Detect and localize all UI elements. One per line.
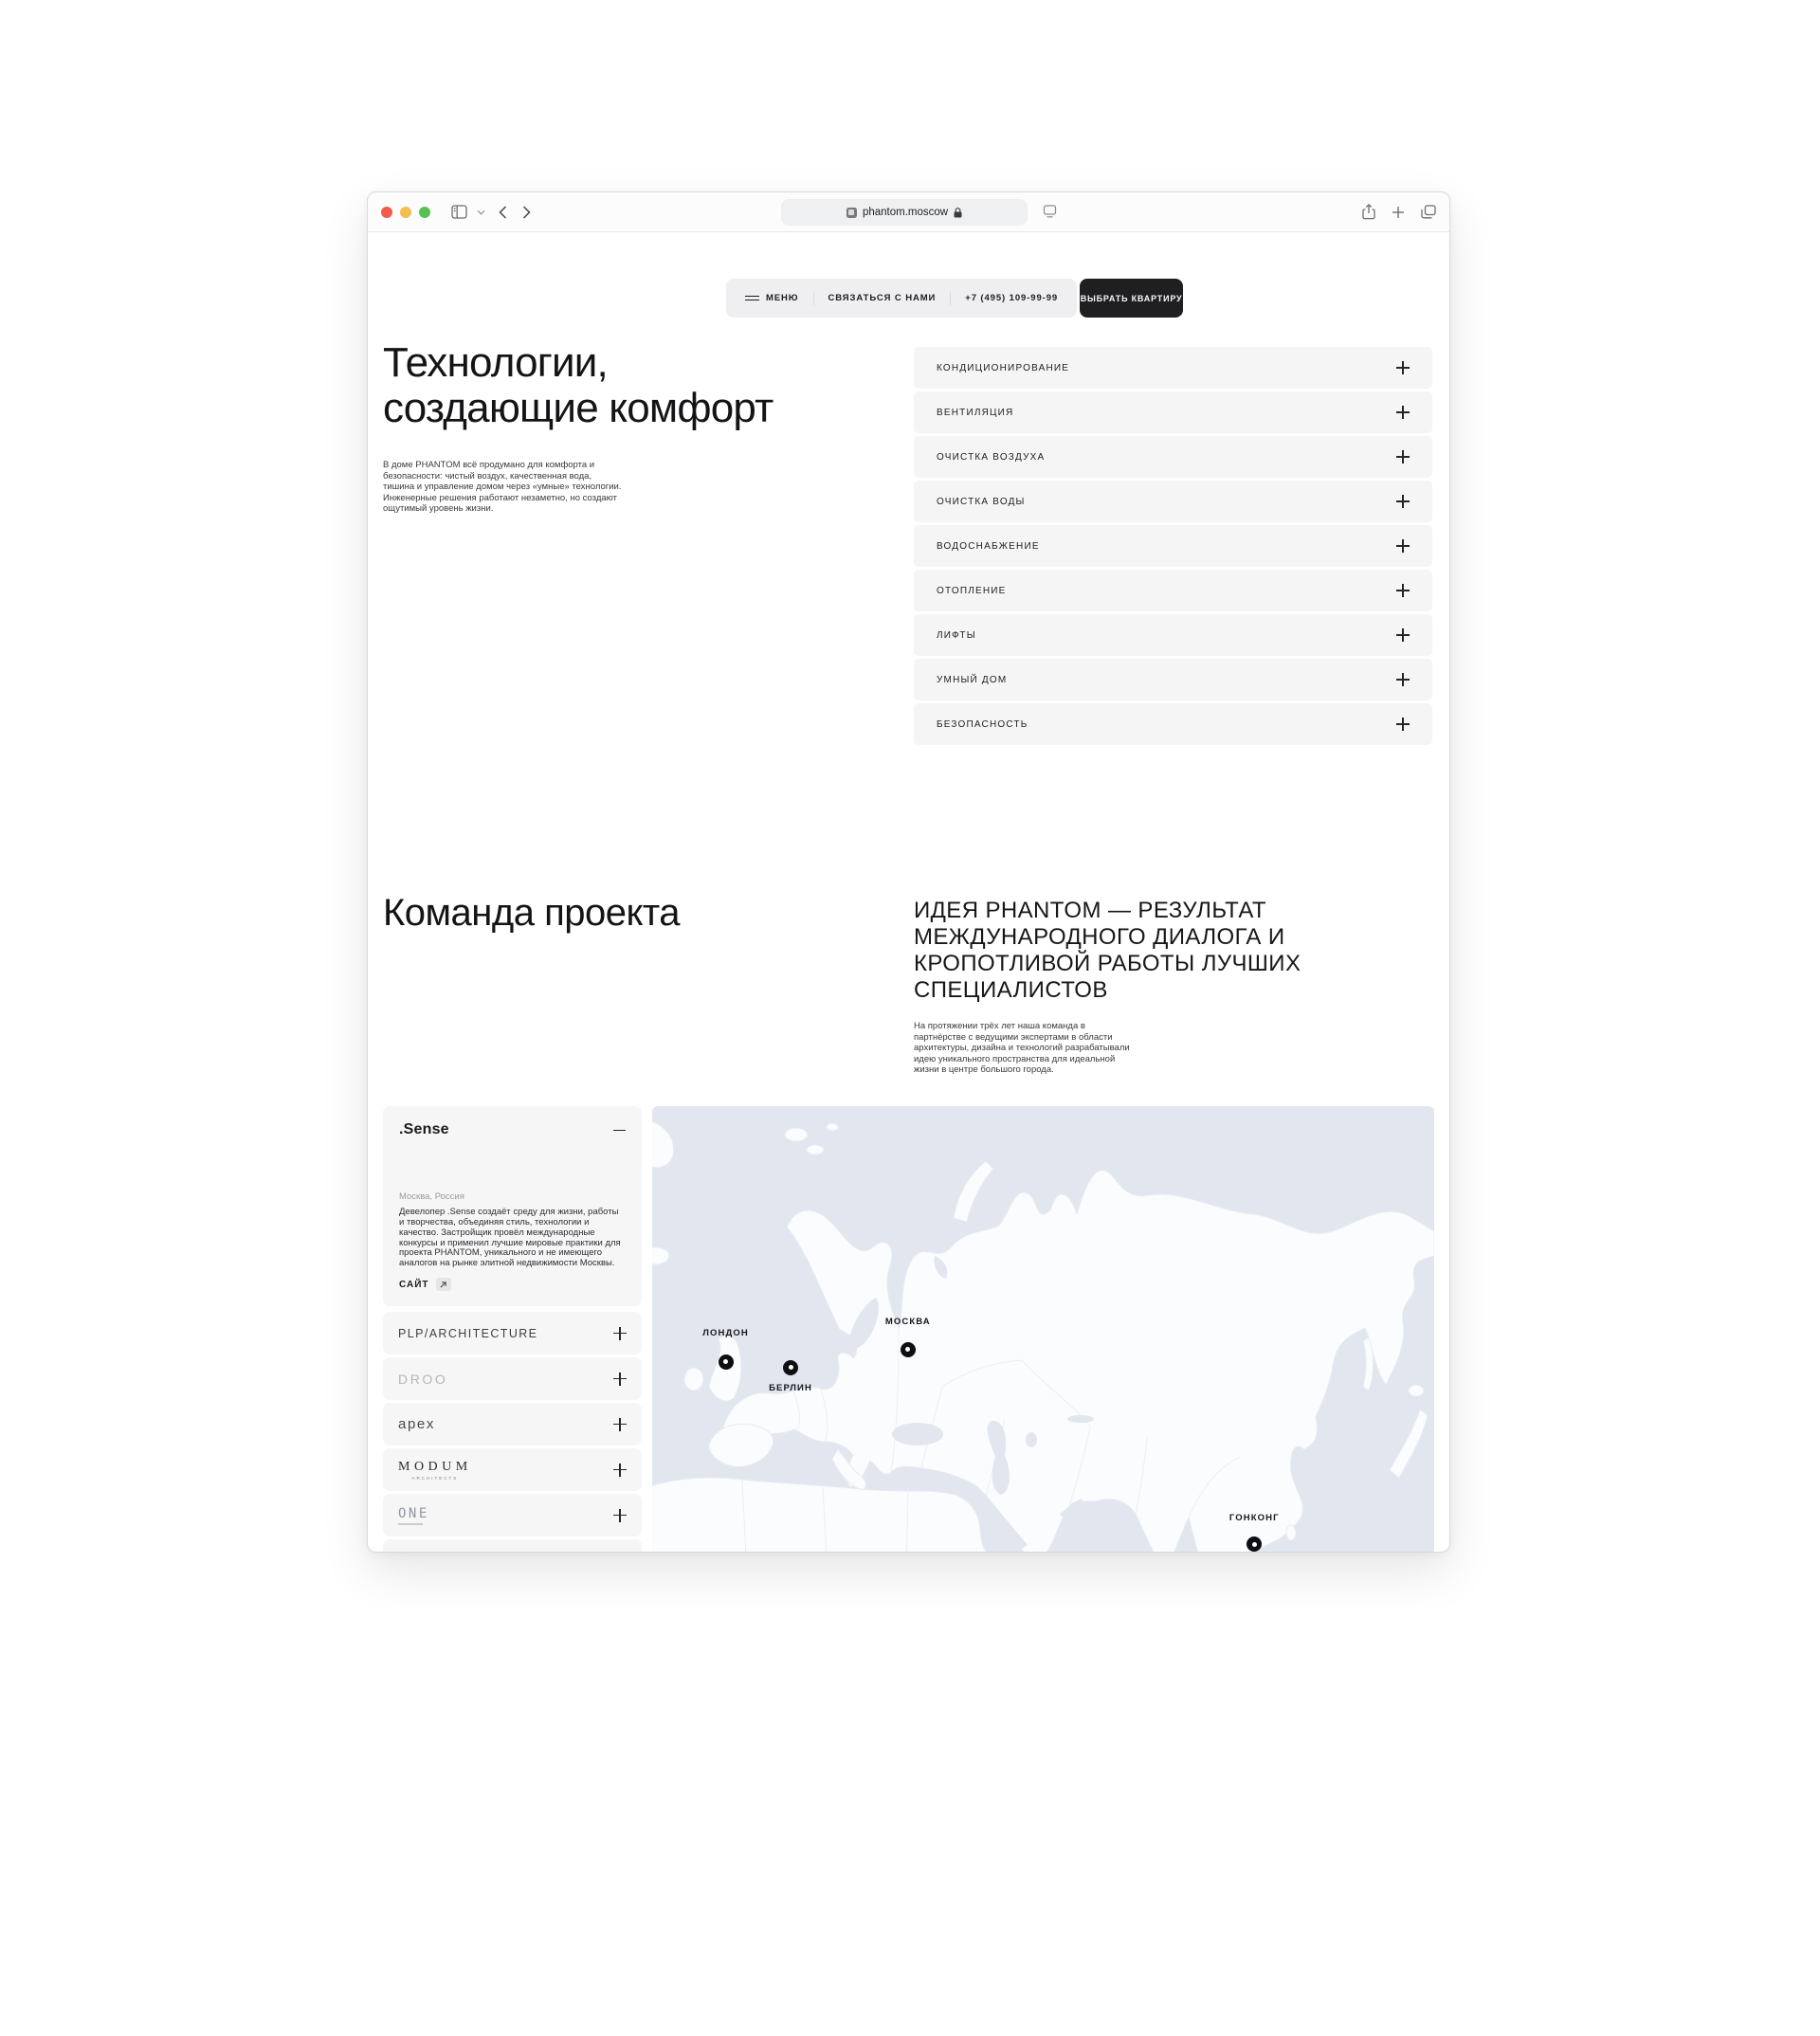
hamburger-icon (745, 293, 759, 302)
plus-icon (1396, 406, 1410, 419)
browser-window: phantom.moscow (367, 191, 1450, 1553)
divider (950, 292, 951, 305)
team-row-apex[interactable]: apex (383, 1403, 642, 1445)
accordion-item-smart-home[interactable]: УМНЫЙ ДОМ (914, 659, 1432, 700)
city-label-hongkong: ГОНКОНГ (1229, 1513, 1280, 1523)
plus-icon (1396, 718, 1410, 731)
tech-title-line2: создающие комфорт (383, 386, 774, 431)
city-marker-london[interactable] (719, 1354, 734, 1370)
team-list: PLP/ARCHITECTURE DROO apex MODUM ARCHITE… (383, 1312, 642, 1552)
one-logo: ONE (398, 1506, 429, 1521)
site-link[interactable]: САЙТ (399, 1278, 626, 1291)
close-window-button[interactable] (381, 207, 392, 218)
lichtvision-logo: LICHTVISION (398, 1551, 496, 1552)
site-favicon-icon (846, 208, 857, 218)
city-label-moscow: МОСКВА (885, 1317, 931, 1327)
chevron-down-icon[interactable] (477, 209, 485, 215)
contact-link[interactable]: СВЯЗАТЬСЯ С НАМИ (828, 293, 937, 303)
back-button[interactable] (499, 206, 507, 219)
accordion-item-air-purification[interactable]: ОЧИСТКА ВОЗДУХА (914, 436, 1432, 478)
minimize-window-button[interactable] (400, 207, 411, 218)
sidebar-toggle-icon[interactable] (451, 205, 467, 219)
new-tab-icon[interactable] (1392, 206, 1405, 219)
plus-icon (1396, 361, 1410, 374)
city-label-london: ЛОНДОН (702, 1328, 749, 1338)
plus-icon (613, 1418, 627, 1431)
city-marker-berlin[interactable] (783, 1360, 798, 1375)
team-member-description: Девелопер .Sense создаёт среду для жизни… (399, 1208, 626, 1269)
menu-label: МЕНЮ (766, 293, 799, 303)
plus-icon (1396, 450, 1410, 464)
modum-logo-subtext: ARCHITECTS (398, 1476, 472, 1481)
tech-section-title: Технологии, создающие комфорт (383, 340, 774, 431)
team-section-title: Команда проекта (383, 892, 680, 935)
map-graphic (652, 1106, 1434, 1552)
minus-icon (613, 1124, 626, 1136)
city-marker-moscow[interactable] (901, 1342, 916, 1357)
plus-icon (613, 1327, 627, 1340)
plus-icon (1396, 584, 1410, 597)
plus-icon (1396, 673, 1410, 686)
team-row-one[interactable]: ONE (383, 1494, 642, 1536)
web-page: МЕНЮ СВЯЗАТЬСЯ С НАМИ +7 (495) 109-99-99… (368, 232, 1449, 1552)
accordion-item-ventilation[interactable]: ВЕНТИЛЯЦИЯ (914, 391, 1432, 433)
accordion-item-conditioning[interactable]: КОНДИЦИОНИРОВАНИЕ (914, 347, 1432, 389)
tab-overview-icon[interactable] (1421, 205, 1436, 219)
window-controls (381, 207, 430, 218)
forward-button[interactable] (522, 206, 531, 219)
accordion-item-heating[interactable]: ОТОПЛЕНИЕ (914, 570, 1432, 611)
plp-logo: PLP/ARCHITECTURE (398, 1327, 537, 1340)
menu-button[interactable]: МЕНЮ (745, 293, 799, 303)
world-map: ЛОНДОН БЕРЛИН МОСКВА ГОНКОНГ (652, 1106, 1434, 1552)
plus-icon (1396, 628, 1410, 642)
screenshot-canvas: phantom.moscow (0, 0, 1820, 2036)
external-link-icon (436, 1278, 451, 1291)
phone-link[interactable]: +7 (495) 109-99-99 (965, 293, 1058, 303)
plus-icon (613, 1509, 627, 1522)
accordion-item-elevators[interactable]: ЛИФТЫ (914, 614, 1432, 656)
apex-logo: apex (398, 1416, 435, 1432)
team-row-droo[interactable]: DROO (383, 1357, 642, 1400)
address-bar[interactable]: phantom.moscow (781, 199, 1028, 226)
plus-icon (613, 1372, 627, 1386)
team-row-plp[interactable]: PLP/ARCHITECTURE (383, 1312, 642, 1354)
url-text: phantom.moscow (863, 207, 948, 218)
plus-icon (1396, 539, 1410, 553)
reader-mode-icon[interactable] (1043, 205, 1057, 223)
tech-accordion: КОНДИЦИОНИРОВАНИЕ ВЕНТИЛЯЦИЯ ОЧИСТКА ВОЗ… (914, 347, 1432, 748)
team-member-name: .Sense (399, 1121, 449, 1138)
team-row-lichtvision[interactable]: LICHTVISION DESIGN (383, 1539, 642, 1552)
city-label-berlin: БЕРЛИН (769, 1383, 812, 1393)
team-description: На протяжении трёх лет наша команда в па… (914, 1021, 1134, 1076)
team-member-location: Москва, Россия (399, 1191, 626, 1202)
modum-logo: MODUM (398, 1460, 472, 1475)
one-logo-subline (398, 1523, 423, 1525)
share-icon[interactable] (1362, 204, 1375, 220)
plus-icon (613, 1463, 627, 1477)
droo-logo: DROO (398, 1372, 447, 1387)
browser-toolbar: phantom.moscow (368, 192, 1449, 232)
team-headline: ИДЕЯ PHANTOM — РЕЗУЛЬТАТ МЕЖДУНАРОДНОГО … (914, 898, 1359, 1004)
site-header: МЕНЮ СВЯЗАТЬСЯ С НАМИ +7 (495) 109-99-99… (726, 279, 1183, 318)
plus-icon (1396, 495, 1410, 508)
lock-icon (954, 208, 962, 218)
toolbar-right-icons (1362, 204, 1436, 220)
team-row-modum[interactable]: MODUM ARCHITECTS (383, 1448, 642, 1491)
tech-section-description: В доме PHANTOM всё продумано для комфорт… (383, 460, 622, 515)
divider (813, 292, 814, 305)
team-card-sense[interactable]: .Sense Москва, Россия Девелопер .Sense с… (383, 1106, 642, 1306)
accordion-item-security[interactable]: БЕЗОПАСНОСТЬ (914, 703, 1432, 745)
accordion-item-water-purification[interactable]: ОЧИСТКА ВОДЫ (914, 481, 1432, 522)
header-menu-group: МЕНЮ СВЯЗАТЬСЯ С НАМИ +7 (495) 109-99-99 (726, 279, 1077, 318)
zoom-window-button[interactable] (419, 207, 430, 218)
choose-apartment-button[interactable]: ВЫБРАТЬ КВАРТИРУ (1080, 279, 1183, 318)
tech-title-line1: Технологии, (383, 340, 774, 386)
accordion-item-water-supply[interactable]: ВОДОСНАБЖЕНИЕ (914, 525, 1432, 567)
